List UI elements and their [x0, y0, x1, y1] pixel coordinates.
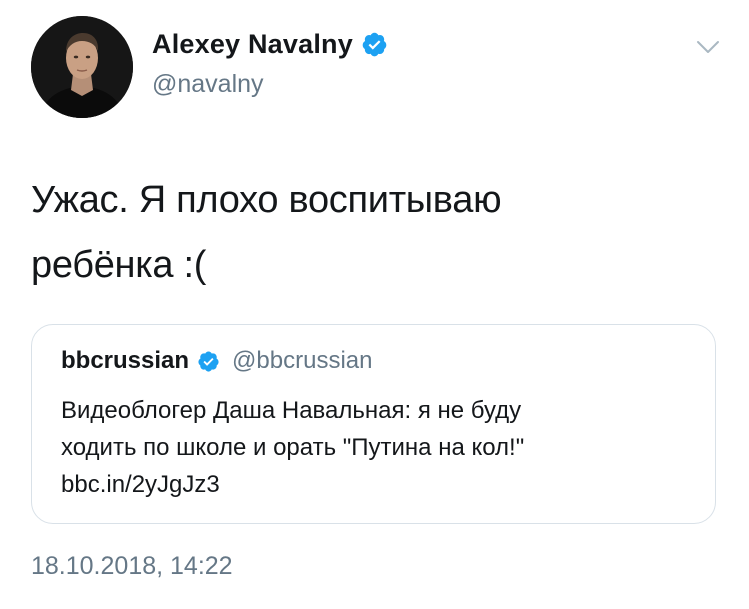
verified-badge-icon — [361, 31, 388, 58]
author-handle[interactable]: @navalny — [152, 70, 264, 99]
author-display-name[interactable]: Alexey Navalny — [152, 29, 353, 60]
tweet-timestamp[interactable]: 18.10.2018, 14:22 — [31, 552, 233, 581]
quoted-tweet-header: bbcrussian @bbcrussian — [61, 347, 372, 375]
quoted-tweet-text: Видеоблогер Даша Навальная: я не буду хо… — [61, 392, 701, 503]
avatar-image — [31, 16, 133, 118]
quoted-author-handle: @bbcrussian — [232, 347, 373, 374]
author-name-row: Alexey Navalny — [152, 29, 388, 60]
verified-badge-icon — [197, 350, 220, 373]
chevron-down-icon[interactable] — [695, 37, 721, 57]
quoted-tweet-text-line: ходить по школе и орать "Путина на кол!" — [61, 434, 525, 461]
quoted-tweet-link[interactable]: bbc.in/2yJgJz3 — [61, 466, 701, 503]
avatar[interactable] — [31, 16, 133, 118]
tweet-text-line: Ужас. Я плохо воспитываю — [31, 179, 502, 221]
quoted-tweet-text-line: Видеоблогер Даша Навальная: я не буду — [61, 397, 522, 424]
quoted-tweet-card[interactable]: bbcrussian @bbcrussian Видеоблогер Даша … — [31, 324, 716, 524]
quoted-author-name: bbcrussian — [61, 347, 190, 374]
tweet-text-line: ребёнка :( — [31, 244, 207, 286]
tweet-text: Ужас. Я плохо воспитываю ребёнка :( — [31, 168, 711, 298]
